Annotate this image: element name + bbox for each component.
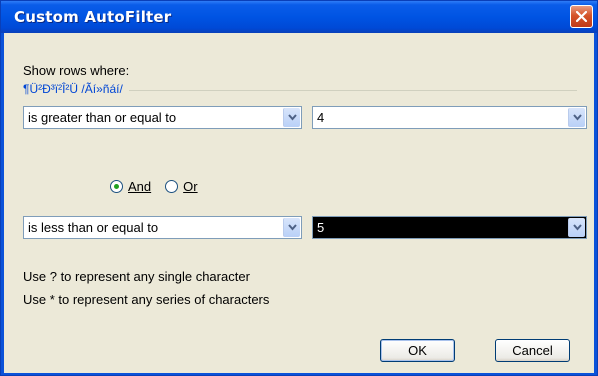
operator-select-2[interactable]: is less than or equal to: [23, 216, 302, 239]
chevron-down-icon: [573, 114, 582, 121]
custom-autofilter-window: Custom AutoFilter Show rows where: ¶Ü²Ð³…: [0, 0, 598, 376]
chevron-down-icon: [573, 224, 582, 231]
dialog-body: Show rows where: ¶Ü²Ð³ï²Î²Ü /Ãí»ñáí/ is …: [4, 33, 594, 373]
value-combo-2-dropdown[interactable]: [568, 218, 585, 237]
show-rows-label: Show rows where:: [23, 63, 130, 78]
window-title: Custom AutoFilter: [14, 8, 172, 26]
group-header: ¶Ü²Ð³ï²Î²Ü /Ãí»ñáí/: [23, 82, 577, 96]
cancel-button[interactable]: Cancel: [495, 339, 570, 362]
and-radio-label[interactable]: And: [128, 179, 151, 194]
value-combo-1-dropdown[interactable]: [568, 108, 585, 127]
value-combo-2[interactable]: 5: [312, 216, 587, 239]
close-button[interactable]: [570, 5, 593, 28]
value-combo-1-text: 4: [317, 110, 325, 125]
and-radio[interactable]: And: [110, 179, 151, 194]
ok-button[interactable]: OK: [380, 339, 455, 362]
and-radio-button[interactable]: [110, 180, 123, 193]
operator-select-2-dropdown[interactable]: [283, 218, 300, 237]
close-icon: [576, 11, 587, 22]
value-combo-2-text[interactable]: 5: [317, 220, 324, 235]
wildcard-hint-single: Use ? to represent any single character: [23, 269, 250, 284]
operator-select-1-value: is greater than or equal to: [28, 110, 177, 125]
chevron-down-icon: [288, 114, 297, 121]
operator-select-2-value: is less than or equal to: [28, 220, 159, 235]
or-radio-button[interactable]: [165, 180, 179, 193]
value-combo-1[interactable]: 4: [312, 106, 587, 129]
or-radio-label[interactable]: Or: [183, 179, 197, 194]
group-caption: ¶Ü²Ð³ï²Î²Ü /Ãí»ñáí/: [23, 82, 123, 96]
operator-select-1[interactable]: is greater than or equal to: [23, 106, 302, 129]
chevron-down-icon: [288, 224, 297, 231]
wildcard-hint-series: Use * to represent any series of charact…: [23, 292, 270, 307]
operator-select-1-dropdown[interactable]: [283, 108, 300, 127]
logic-radio-group: And Or: [110, 179, 212, 194]
title-bar[interactable]: Custom AutoFilter: [1, 1, 597, 33]
or-radio[interactable]: Or: [165, 179, 198, 194]
group-divider: [128, 89, 577, 91]
